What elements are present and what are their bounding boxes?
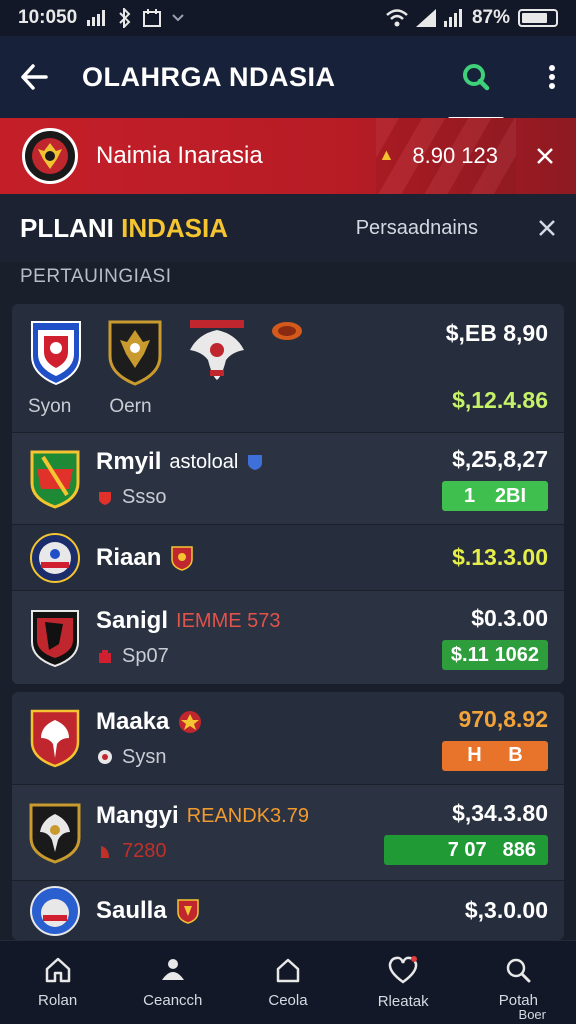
odds-price: $,34.3.80 [452,800,548,826]
section-header: PLLANI INDASIA Persaadnains [0,194,576,262]
list-item[interactable]: Mangyi REANDK3.79 7280 $,34.3.80 7 07 88… [12,784,564,880]
shield-icon [169,545,195,571]
close-icon[interactable] [536,147,554,165]
search-icon [462,63,490,91]
club-crest-icon [106,318,164,386]
club-crest-icon [28,801,82,865]
garuda-emblem-icon [22,128,78,184]
odds-button[interactable]: 7 07 886 [384,835,548,865]
search-button[interactable] [448,63,504,121]
odds-price: $,EB 8,90 [445,320,548,346]
odds-button[interactable]: $.11 1062 [442,640,548,670]
app-bar: OLAHRGA NDASIA [0,36,576,121]
bottom-navigation: Rolan Ceancch Ceola Rleatak Potah Boer [0,940,576,1024]
back-arrow-icon[interactable] [20,63,48,91]
status-time: 10:050 [18,7,78,28]
club-crest-icon [28,606,82,670]
club-crest-icon [28,318,84,386]
nav-item-people[interactable]: Ceancch [123,956,223,1009]
small-badge-icon [270,320,304,342]
odds-price: $.13.3.00 [452,544,548,570]
club-crest-icon [28,879,82,941]
team-tag: REANDK3.79 [186,804,309,827]
subheading: PERTAUINGIASI [20,266,172,287]
team-label: Oern [109,396,152,417]
team-name: Rmyil [96,448,162,475]
small-badge-icon [96,489,114,507]
nav-sub-label: Boer [518,1007,546,1022]
people-icon [158,956,188,984]
team-subtitle: 7280 [122,840,167,862]
nav-item-house[interactable]: Ceola [238,956,338,1009]
calendar-icon [143,9,162,27]
team-name: Mangyi [96,802,179,829]
team-name: Riaan [96,543,162,571]
signal-bars-icon [87,10,107,26]
club-crest-icon [28,447,82,511]
battery-icon [518,9,558,27]
section-link[interactable]: Persaadnains [356,217,478,240]
match-card: Maaka Sysn 970,8.92 H B Mangyi REANDK3.7… [12,692,564,940]
nav-item-home[interactable]: Rolan [8,956,108,1009]
house-icon [274,956,302,984]
wifi-icon [386,9,408,27]
club-crest-icon [28,526,82,590]
bluetooth-icon [117,8,133,28]
signal-bars-icon [443,9,464,27]
section-title: PLLANI INDASIA [20,212,229,243]
team-subtitle: Ssso [122,486,167,508]
page-title: OLAHRGA NDASIA [82,61,336,92]
team-tag: astoloal [169,450,239,473]
status-bar: 10:050 87% [0,0,576,36]
list-item[interactable]: Riaan $.13.3.00 [12,524,564,590]
close-icon[interactable] [538,219,556,237]
team-label: Syon [28,396,72,417]
shield-icon [246,453,264,471]
shield-icon [177,709,203,735]
banner-title: Naimia Inarasia [96,142,263,169]
odds-price: $,3.0.00 [464,897,548,923]
team-name: Sanigl [96,607,169,634]
list-item[interactable]: Sanigl IEMME 573 Sp07 $0.3.00 $.11 1062 [12,590,564,684]
home-icon [44,956,72,984]
odds-price: 970,8.92 [458,705,548,732]
promo-banner[interactable]: Naimia Inarasia ▲ 8.90 123 [0,118,576,194]
shield-icon [175,898,201,924]
cellular-icon [415,9,436,27]
match-card: Syon Oern $,EB 8,90 $,12.4.86 Rmyil asto… [12,304,564,684]
small-badge-icon [96,748,114,766]
team-subtitle: Sysn [122,745,167,768]
list-item[interactable]: Rmyil astoloal Ssso $,25,8,27 1 2BI [12,432,564,524]
list-item[interactable]: Syon Oern $,EB 8,90 $,12.4.86 [12,304,564,432]
chevron-down-icon [171,13,185,23]
battery-percent: 87% [471,7,510,28]
team-tag: IEMME 573 [176,609,281,632]
odds-price: $,25,8,27 [452,446,548,472]
small-badge-icon [96,843,114,861]
club-crest-icon [28,706,82,770]
odds-price: $,12.4.86 [452,387,548,413]
nav-item-search[interactable]: Potah [468,956,568,1009]
team-name: Maaka [96,707,170,735]
odds-price: $0.3.00 [471,605,548,631]
odds-button[interactable]: 1 2BI [442,481,548,511]
odds-button[interactable]: H B [442,740,548,771]
heart-icon [387,955,419,985]
team-subtitle: Sp07 [122,645,169,667]
more-vertical-icon[interactable] [548,64,556,90]
small-badge-icon [96,648,114,666]
team-name: Saulla [96,896,167,924]
garuda-emblem-icon [186,318,248,384]
banner-price: 8.90 123 [412,143,498,168]
nav-item-favorites[interactable]: Rleatak [353,955,453,1010]
search-icon [504,956,532,984]
trophy-icon: ▲ [378,147,395,164]
list-item[interactable]: Maaka Sysn 970,8.92 H B [12,692,564,784]
list-item[interactable]: Saulla $,3.0.00 [12,880,564,940]
